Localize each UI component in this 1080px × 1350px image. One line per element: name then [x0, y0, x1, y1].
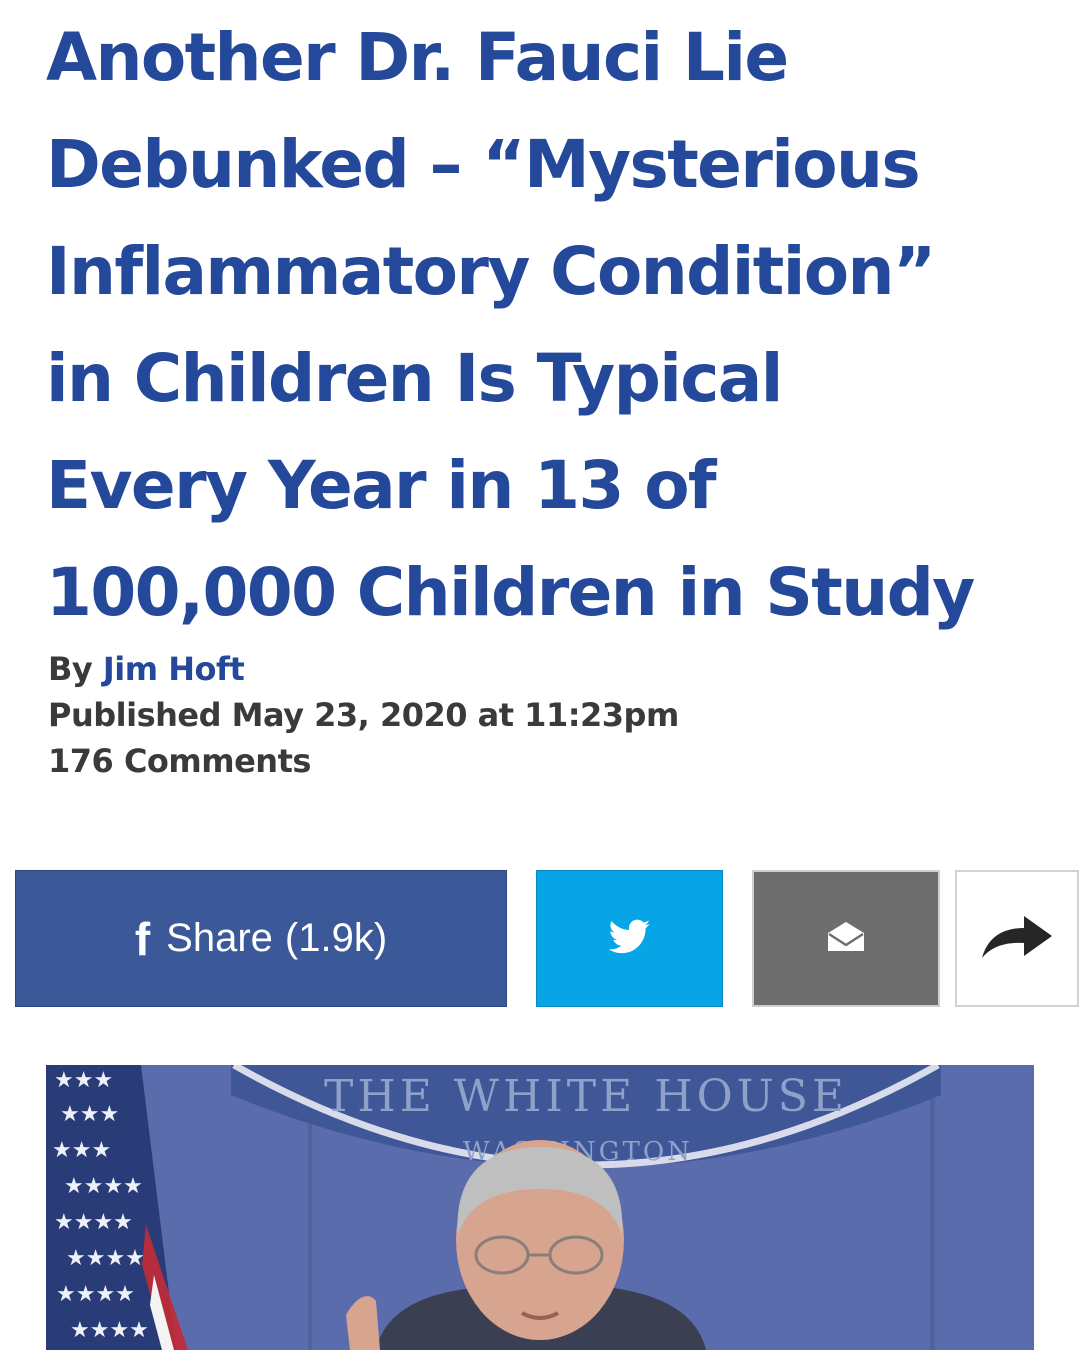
facebook-icon: f: [134, 912, 151, 965]
email-share-button[interactable]: [752, 870, 940, 1007]
svg-text:★★★: ★★★: [60, 1102, 119, 1127]
svg-text:★★★★: ★★★★: [64, 1174, 143, 1199]
author-link[interactable]: Jim Hoft: [103, 650, 245, 688]
headline-line: Inflammatory Condition”: [46, 233, 936, 310]
twitter-bird-icon: [608, 919, 651, 959]
svg-text:★★★: ★★★: [52, 1138, 111, 1163]
envelope-open-icon: [825, 920, 867, 958]
byline-prefix: By: [48, 650, 93, 688]
facebook-share-count: (1.9k): [284, 916, 388, 960]
share-arrow-icon: [980, 914, 1054, 964]
headline-line: 100,000 Children in Study: [46, 554, 975, 631]
share-bar: f Share (1.9k): [0, 870, 1080, 1007]
twitter-share-button[interactable]: [536, 870, 723, 1007]
facebook-share-label: Share: [166, 916, 273, 960]
svg-text:★★★: ★★★: [54, 1068, 113, 1093]
byline: By Jim Hoft: [48, 646, 679, 692]
comments-count[interactable]: 176 Comments: [48, 738, 679, 784]
more-share-button[interactable]: [955, 870, 1079, 1007]
headline-line: in Children Is Typical: [46, 340, 783, 417]
seal-text-white-house: THE WHITE HOUSE: [324, 1071, 848, 1122]
headline-line: Every Year in 13 of: [46, 447, 717, 524]
published-date: Published May 23, 2020 at 11:23pm: [48, 696, 679, 734]
headline-line: Debunked – “Mysterious: [46, 126, 921, 203]
svg-text:★★★★: ★★★★: [66, 1246, 145, 1271]
facebook-share-button[interactable]: f Share (1.9k): [15, 870, 507, 1007]
article-meta: By Jim Hoft Published May 23, 2020 at 11…: [48, 646, 679, 784]
svg-text:★★★★: ★★★★: [70, 1318, 149, 1343]
headline-line: Another Dr. Fauci Lie: [46, 19, 789, 96]
svg-text:★★★★: ★★★★: [56, 1282, 135, 1307]
article-photo: THE WHITE HOUSE WASHINGTON ★★★ ★★★ ★★★ ★…: [46, 1065, 1034, 1350]
article-headline: Another Dr. Fauci Lie Debunked – “Myster…: [46, 4, 1066, 646]
svg-text:★★★★: ★★★★: [54, 1210, 133, 1235]
